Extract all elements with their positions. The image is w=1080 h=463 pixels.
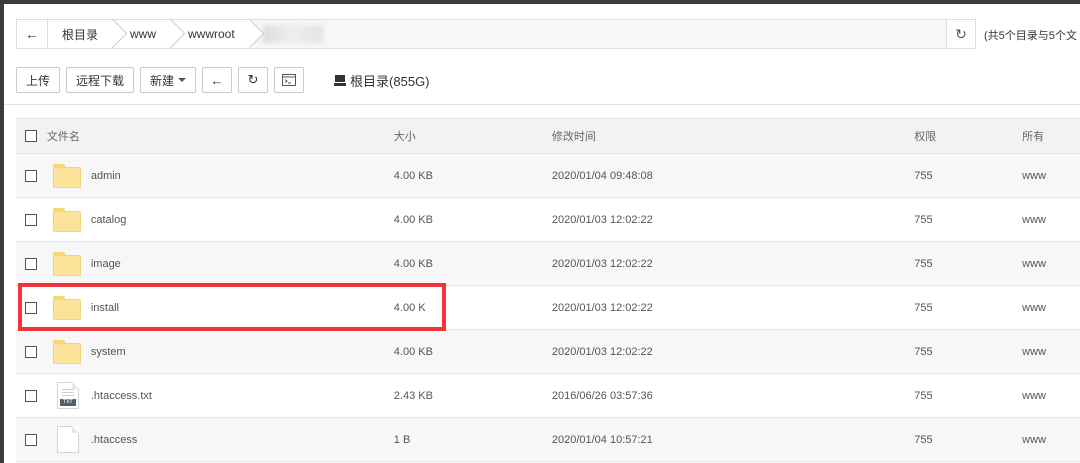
file-perm[interactable]: 755	[914, 434, 1022, 446]
file-name[interactable]: image	[91, 258, 121, 270]
file-owner[interactable]: www	[1022, 258, 1080, 270]
file-name[interactable]: .htaccess	[91, 434, 137, 446]
table-row[interactable]: admin 4.00 KB 2020/01/04 09:48:08 755 ww…	[16, 154, 1080, 198]
arrow-left-icon: ←	[210, 72, 224, 88]
file-table: 文件名 大小 修改时间 权限 所有 admin 4.00 KB 2020/01/…	[16, 118, 1080, 462]
table-row[interactable]: image 4.00 KB 2020/01/03 12:02:22 755 ww…	[16, 242, 1080, 286]
file-size: 4.00 KB	[393, 257, 433, 270]
row-checkbox[interactable]	[25, 301, 38, 314]
file-mtime: 2020/01/03 12:02:22	[551, 213, 653, 226]
path-back-button[interactable]: ←	[17, 20, 48, 48]
table-row[interactable]: install 4.00 K 2020/01/03 12:02:22 755 w…	[16, 286, 1080, 330]
arrow-left-icon: ←	[25, 26, 39, 42]
file-perm[interactable]: 755	[914, 390, 1022, 402]
file-mtime: 2020/01/04 10:57:21	[551, 433, 653, 446]
row-checkbox[interactable]	[25, 213, 38, 226]
file-perm[interactable]: 755	[914, 258, 1022, 270]
terminal-icon	[282, 74, 297, 86]
disk-indicator[interactable]: 根目录(855G)	[334, 71, 430, 90]
table-header: 文件名 大小 修改时间 权限 所有	[16, 118, 1080, 154]
folder-icon	[52, 295, 81, 320]
directory-summary: (共5个目录与5个文	[984, 30, 1077, 42]
folder-icon	[52, 207, 81, 232]
file-mtime: 2020/01/03 12:02:22	[551, 257, 653, 270]
file-size: 2.43 KB	[393, 389, 433, 402]
folder-icon	[52, 251, 81, 276]
header-mtime[interactable]: 修改时间	[552, 128, 914, 144]
file-perm[interactable]: 755	[914, 214, 1022, 226]
new-button[interactable]: 新建	[140, 67, 197, 93]
file-icon	[56, 426, 79, 453]
txt-file-icon: TXT	[56, 382, 79, 409]
disk-icon	[334, 74, 347, 86]
path-refresh-button[interactable]: ↻	[946, 20, 975, 48]
path-bar: ← 根目录 www wwwroot ↻	[16, 19, 976, 49]
file-name[interactable]: system	[91, 346, 126, 358]
file-owner[interactable]: www	[1022, 170, 1080, 182]
breadcrumb-root[interactable]: 根目录	[48, 20, 117, 48]
table-row[interactable]: catalog 4.00 KB 2020/01/03 12:02:22 755 …	[16, 198, 1080, 242]
file-size: 4.00 KB	[393, 345, 433, 358]
file-mtime: 2020/01/04 09:48:08	[551, 169, 653, 182]
breadcrumb-blurred	[262, 25, 323, 43]
file-owner[interactable]: www	[1022, 390, 1080, 402]
select-all-checkbox[interactable]	[25, 130, 38, 142]
file-size: 4.00 KB	[393, 169, 433, 182]
file-size: 1 B	[393, 433, 411, 446]
table-row[interactable]: TXT .htaccess.txt 2.43 KB 2016/06/26 03:5…	[16, 374, 1080, 418]
remote-download-button[interactable]: 远程下载	[66, 67, 135, 93]
toolbar: 上传 远程下载 新建 ← ↻ 根目录(855G)	[16, 66, 430, 94]
divider	[4, 104, 1080, 105]
row-checkbox[interactable]	[25, 169, 38, 182]
refresh-icon: ↻	[247, 72, 259, 87]
file-perm[interactable]: 755	[914, 170, 1022, 182]
file-name[interactable]: catalog	[91, 214, 126, 226]
table-row[interactable]: system 4.00 KB 2020/01/03 12:02:22 755 w…	[16, 330, 1080, 374]
folder-icon	[52, 163, 81, 188]
file-perm[interactable]: 755	[914, 346, 1022, 358]
refresh-button[interactable]: ↻	[238, 67, 269, 93]
table-row[interactable]: .htaccess 1 B 2020/01/04 10:57:21 755 ww…	[16, 418, 1080, 462]
file-size: 4.00 K	[393, 301, 426, 314]
header-perm[interactable]: 权限	[914, 128, 1022, 144]
file-mtime: 2020/01/03 12:02:22	[551, 301, 653, 314]
header-owner[interactable]: 所有	[1022, 128, 1080, 144]
header-name[interactable]: 文件名	[47, 128, 394, 144]
file-name[interactable]: .htaccess.txt	[91, 390, 152, 402]
upload-button[interactable]: 上传	[16, 67, 61, 93]
file-owner[interactable]: www	[1022, 346, 1080, 358]
file-mtime: 2016/06/26 03:57:36	[551, 389, 653, 402]
file-manager-window: ← 根目录 www wwwroot ↻ (共5个目录与5个文 上传 远程下载 新…	[4, 4, 1080, 463]
breadcrumb-wwwroot[interactable]: wwwroot	[174, 20, 253, 48]
row-checkbox[interactable]	[25, 345, 38, 358]
refresh-icon: ↻	[955, 25, 967, 42]
header-size[interactable]: 大小	[394, 128, 552, 144]
file-owner[interactable]: www	[1022, 434, 1080, 446]
file-mtime: 2020/01/03 12:02:22	[551, 345, 653, 358]
file-owner[interactable]: www	[1022, 302, 1080, 314]
row-checkbox[interactable]	[25, 257, 38, 270]
row-checkbox[interactable]	[25, 389, 38, 402]
file-size: 4.00 KB	[393, 213, 433, 226]
file-name[interactable]: install	[91, 302, 119, 314]
back-button[interactable]: ←	[202, 67, 233, 93]
terminal-button[interactable]	[274, 67, 305, 93]
caret-down-icon	[178, 78, 187, 82]
folder-icon	[52, 339, 81, 364]
file-perm[interactable]: 755	[914, 302, 1022, 314]
row-checkbox[interactable]	[25, 433, 38, 446]
file-owner[interactable]: www	[1022, 214, 1080, 226]
file-name[interactable]: admin	[91, 170, 121, 182]
